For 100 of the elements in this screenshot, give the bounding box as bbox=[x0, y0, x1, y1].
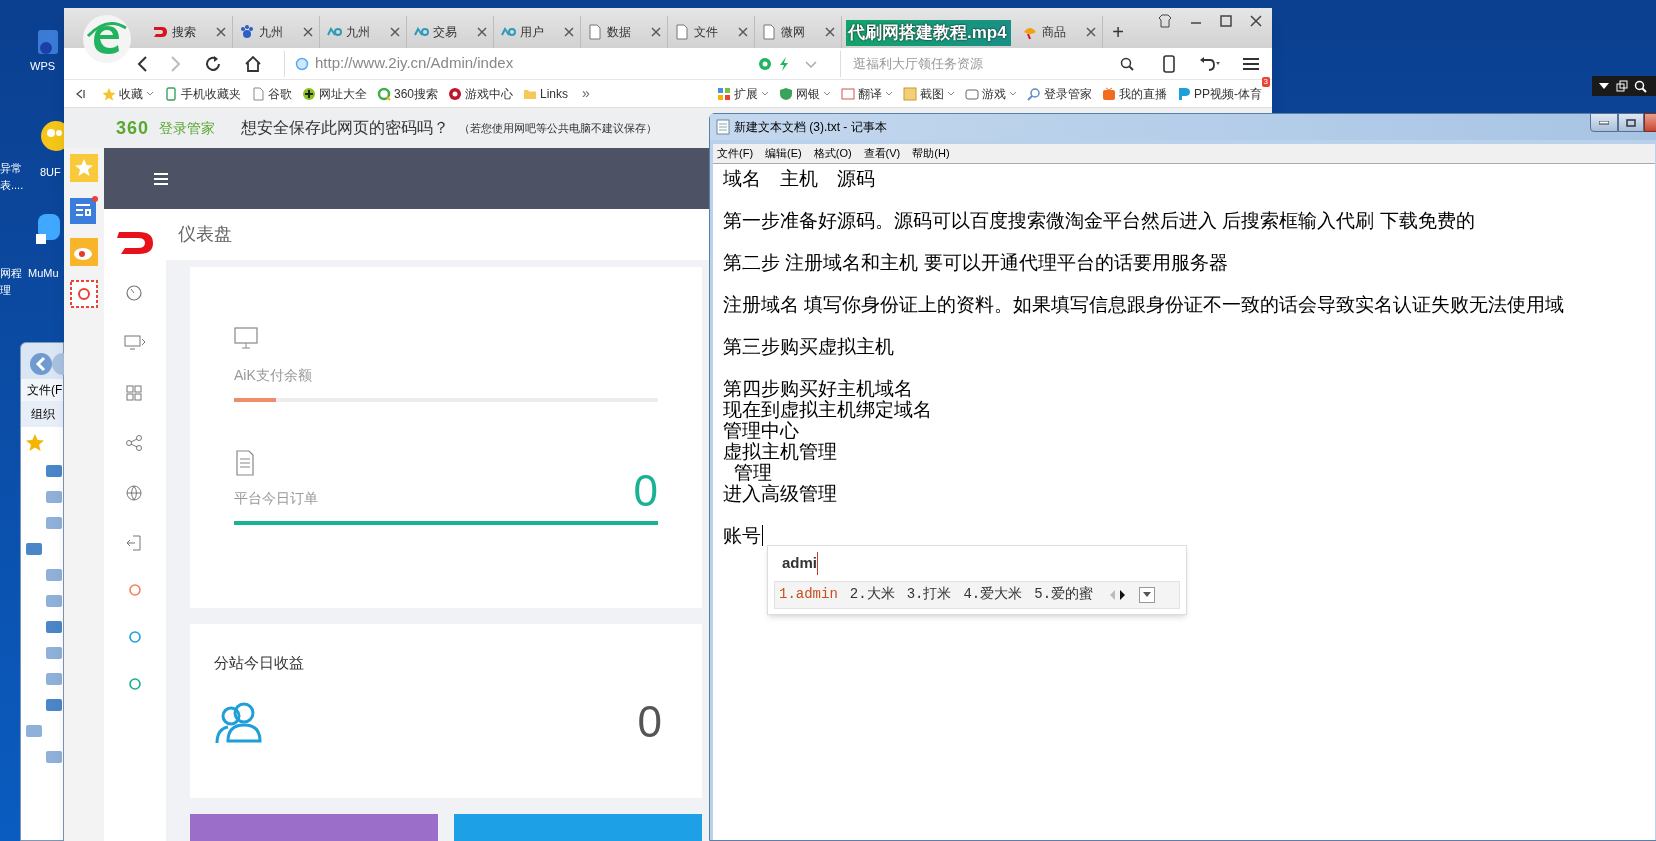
news-icon[interactable] bbox=[70, 196, 98, 224]
folder-icon[interactable] bbox=[45, 515, 63, 531]
toolbar-item[interactable]: 截图 bbox=[903, 84, 955, 103]
brand-logo[interactable] bbox=[115, 229, 155, 257]
collapse-icon[interactable] bbox=[74, 87, 86, 100]
toolbar-item[interactable]: 我的直播 bbox=[1102, 84, 1167, 103]
desktop-icon-label[interactable]: 理 bbox=[0, 282, 20, 298]
menu-item[interactable]: 格式(O) bbox=[813, 145, 852, 162]
close-icon[interactable] bbox=[651, 27, 661, 37]
phone-icon[interactable] bbox=[1162, 54, 1176, 73]
page-icon bbox=[674, 24, 690, 40]
desktop-icon-label[interactable]: 表.... bbox=[0, 177, 30, 193]
bookmark-item[interactable]: 收藏 bbox=[102, 84, 154, 103]
folder-icon[interactable] bbox=[25, 723, 43, 739]
tab-label: 商品 bbox=[1042, 24, 1067, 41]
bookmark-item[interactable]: Links bbox=[523, 84, 569, 103]
close-icon[interactable] bbox=[825, 27, 835, 37]
toolbar-item[interactable]: 翻译 bbox=[841, 84, 893, 103]
folder-icon[interactable] bbox=[45, 489, 63, 505]
star-icon[interactable] bbox=[25, 433, 45, 453]
desktop-icon-label[interactable]: 异常 bbox=[0, 160, 30, 176]
desktop-icon-label[interactable]: WPS bbox=[30, 58, 60, 74]
stat-value: 0 bbox=[637, 695, 662, 748]
bookmark-item[interactable]: 360搜索 bbox=[377, 84, 439, 103]
desktop-icon-label[interactable]: 8UF bbox=[40, 164, 64, 180]
desktop-icon-label[interactable]: MuMu bbox=[28, 265, 62, 281]
close-button[interactable] bbox=[1644, 113, 1656, 132]
search-field[interactable]: 逛福利大厅领任务资源 bbox=[853, 53, 1120, 74]
stat-label: 平台今日订单 bbox=[234, 489, 318, 508]
refresh-icon[interactable] bbox=[204, 54, 222, 73]
maximize-button[interactable] bbox=[1618, 113, 1644, 132]
page-arrows-icon[interactable] bbox=[1109, 588, 1128, 601]
close-icon[interactable] bbox=[738, 27, 748, 37]
toolbar-item[interactable]: PP视频-体育 bbox=[1177, 84, 1262, 103]
restore-icon[interactable] bbox=[1616, 80, 1628, 92]
menu-item[interactable]: 查看(V) bbox=[863, 145, 901, 162]
dropdown-icon[interactable] bbox=[1598, 81, 1610, 91]
folder-icon[interactable] bbox=[45, 697, 63, 713]
candidate-item[interactable]: 3.打米 bbox=[906, 584, 952, 605]
menu-item[interactable]: 帮助(H) bbox=[912, 145, 950, 162]
bookmark-item[interactable]: 网址大全 bbox=[302, 84, 367, 103]
close-icon[interactable] bbox=[1086, 27, 1096, 37]
close-icon[interactable] bbox=[390, 27, 400, 37]
toolbar-item[interactable]: 网银 bbox=[779, 84, 831, 103]
new-tab-button[interactable]: + bbox=[1103, 16, 1133, 48]
tab-label: 九州 bbox=[259, 24, 284, 41]
home-icon[interactable] bbox=[244, 54, 262, 73]
app-icon[interactable] bbox=[40, 120, 64, 154]
stat-label: AiK支付余额 bbox=[234, 366, 312, 385]
folder-icon[interactable] bbox=[45, 593, 63, 609]
folder-icon[interactable] bbox=[45, 645, 63, 661]
menu-item[interactable]: 文件(F) bbox=[717, 145, 754, 162]
grid-icon bbox=[717, 86, 731, 101]
candidate-item[interactable]: 2.大米 bbox=[849, 584, 895, 605]
close-icon[interactable] bbox=[564, 27, 574, 37]
address-bar[interactable]: http://www.2iy.cn/Admin/index bbox=[284, 50, 818, 77]
close-icon[interactable] bbox=[216, 27, 226, 37]
maximize-icon[interactable] bbox=[1220, 15, 1232, 27]
toolbar-button[interactable]: 组织 bbox=[21, 401, 63, 427]
circle-icon[interactable] bbox=[128, 677, 142, 691]
folder-icon[interactable] bbox=[45, 463, 63, 479]
folder-icon[interactable] bbox=[25, 541, 43, 557]
more-bookmarks-button[interactable]: » bbox=[578, 83, 594, 104]
candidate-item[interactable]: 1.admin bbox=[779, 584, 838, 605]
close-icon[interactable] bbox=[477, 27, 487, 37]
undo-icon[interactable] bbox=[1198, 55, 1220, 72]
menu-item[interactable]: 编辑(E) bbox=[765, 145, 802, 162]
candidate-item[interactable]: 4.爱大米 bbox=[963, 584, 1023, 605]
back-icon[interactable] bbox=[136, 54, 148, 73]
bookmark-item[interactable]: 游戏中心 bbox=[448, 84, 514, 103]
monitor-icon[interactable] bbox=[124, 333, 146, 353]
folder-icon[interactable] bbox=[45, 749, 63, 765]
desktop-icon-label[interactable]: 网程 bbox=[0, 265, 26, 281]
menu-icon[interactable] bbox=[1242, 56, 1260, 71]
globe-icon bbox=[295, 56, 309, 71]
circle-icon[interactable] bbox=[128, 630, 142, 644]
folder-icon[interactable] bbox=[45, 619, 63, 635]
toolbar-item[interactable]: 游戏 bbox=[965, 84, 1017, 103]
toolbar-item[interactable]: 登录管家 bbox=[1027, 84, 1092, 103]
folder-icon[interactable] bbox=[45, 671, 63, 687]
text-line: 虚拟主机管理 bbox=[723, 441, 837, 462]
close-icon[interactable] bbox=[303, 27, 313, 37]
toolbar-item[interactable]: 扩展 bbox=[717, 84, 769, 103]
lightning-icon[interactable] bbox=[778, 56, 790, 71]
page-title: 仪表盘 bbox=[178, 223, 232, 246]
bookmark-item[interactable]: 谷歌 bbox=[251, 84, 292, 103]
close-icon[interactable] bbox=[1250, 15, 1262, 27]
bookmark-item[interactable]: 手机收藏夹 bbox=[164, 84, 241, 103]
mail-icon[interactable] bbox=[70, 280, 98, 308]
search-icon[interactable] bbox=[1634, 79, 1647, 93]
weibo-icon[interactable] bbox=[70, 238, 98, 266]
candidate-item[interactable]: 5.爱的蜜 bbox=[1034, 584, 1094, 605]
menu-item[interactable]: 文件(F bbox=[21, 379, 63, 401]
minimize-button[interactable] bbox=[1590, 113, 1618, 132]
shield-icon[interactable] bbox=[758, 56, 772, 71]
shirt-icon[interactable] bbox=[1158, 14, 1172, 28]
search-icon[interactable] bbox=[1120, 56, 1134, 71]
dropdown-button[interactable] bbox=[1139, 586, 1156, 603]
folder-icon[interactable] bbox=[45, 567, 63, 583]
circle-icon[interactable] bbox=[128, 583, 142, 597]
